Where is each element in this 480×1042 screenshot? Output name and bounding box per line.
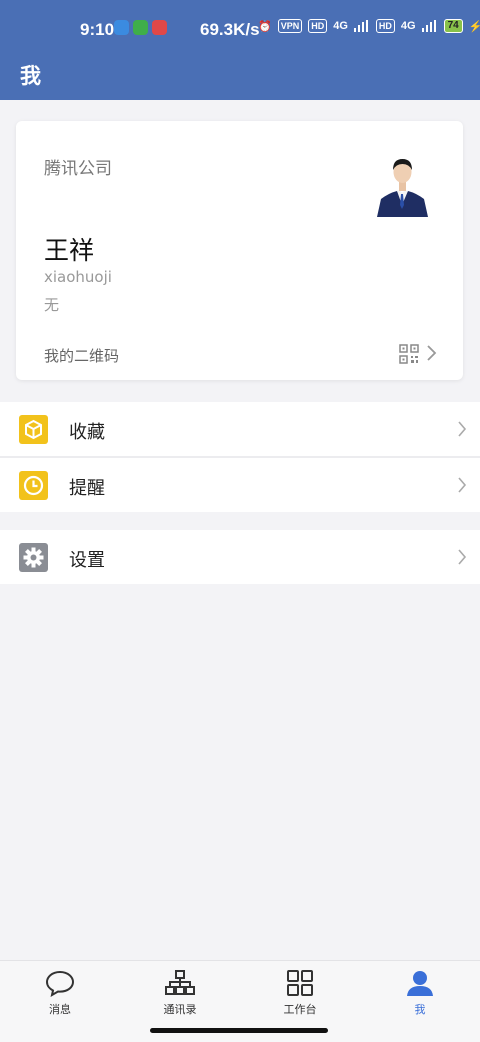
user-name: 王祥 bbox=[44, 236, 95, 265]
tab-workbench[interactable]: 工作台 bbox=[260, 969, 340, 1017]
signal-label: 4G bbox=[333, 20, 348, 32]
hd-badge: HD bbox=[375, 19, 395, 33]
vpn-badge: VPN bbox=[277, 19, 303, 33]
user-account: xiaohuoji bbox=[44, 268, 112, 286]
qr-code-label[interactable]: 我的二维码 bbox=[44, 345, 119, 366]
notification-icons bbox=[114, 20, 167, 35]
chevron-right-icon bbox=[427, 345, 437, 361]
tab-label: 消息 bbox=[49, 1003, 71, 1016]
hd-badge: HD bbox=[308, 19, 328, 33]
favorites-label: 收藏 bbox=[69, 422, 105, 443]
chevron-right-icon bbox=[458, 477, 467, 493]
status-right-icons: ⏰ VPN HD 4G HD 4G 74 ⚡ bbox=[258, 19, 480, 33]
avatar[interactable] bbox=[375, 153, 430, 217]
app-notification-icon bbox=[152, 20, 167, 35]
page-title: 我 bbox=[20, 64, 41, 88]
user-department: 无 bbox=[44, 296, 60, 314]
clock-icon bbox=[19, 471, 48, 500]
app-notification-icon bbox=[133, 20, 148, 35]
menu-item-settings[interactable]: 设置 bbox=[0, 530, 480, 584]
tab-label: 我 bbox=[414, 1003, 426, 1016]
battery-indicator: 74 bbox=[443, 19, 463, 33]
cube-icon bbox=[19, 415, 48, 444]
status-time: 9:10 bbox=[80, 20, 115, 39]
menu-group-settings: 设置 bbox=[0, 530, 480, 584]
tab-me[interactable]: 我 bbox=[380, 969, 460, 1017]
tab-contacts[interactable]: 通讯录 bbox=[140, 969, 220, 1017]
signal-icon bbox=[421, 20, 436, 32]
company-name: 腾讯公司 bbox=[44, 159, 112, 179]
tab-messages[interactable]: 消息 bbox=[20, 969, 100, 1017]
profile-card[interactable]: 腾讯公司 王祥 xiaohuoji 无 我的二维码 bbox=[16, 121, 463, 380]
app-header: 我 bbox=[0, 58, 480, 100]
menu-item-favorites[interactable]: 收藏 bbox=[0, 402, 480, 456]
alarm-icon: ⏰ bbox=[258, 20, 272, 33]
grid-icon bbox=[287, 970, 313, 996]
settings-label: 设置 bbox=[69, 550, 105, 571]
app-notification-icon bbox=[114, 20, 129, 35]
tab-label: 通讯录 bbox=[163, 1003, 197, 1016]
signal-label: 4G bbox=[400, 20, 416, 32]
qr-code-icon[interactable] bbox=[399, 344, 419, 364]
signal-icon bbox=[353, 20, 368, 32]
chat-bubble-icon bbox=[45, 970, 75, 997]
charging-icon: ⚡ bbox=[468, 20, 480, 33]
gear-icon bbox=[19, 543, 48, 572]
menu-group-primary: 收藏 提醒 bbox=[0, 402, 480, 512]
chevron-right-icon bbox=[458, 421, 467, 437]
org-chart-icon bbox=[165, 970, 195, 995]
reminders-label: 提醒 bbox=[69, 478, 105, 499]
menu-item-reminders[interactable]: 提醒 bbox=[0, 458, 480, 512]
home-indicator bbox=[150, 1028, 328, 1033]
tab-label: 工作台 bbox=[283, 1003, 317, 1016]
chevron-right-icon bbox=[458, 549, 467, 565]
person-icon bbox=[407, 971, 433, 996]
network-speed: 69.3K/s bbox=[200, 20, 260, 39]
status-bar: 9:10 69.3K/s ⏰ VPN HD 4G HD 4G 74 ⚡ bbox=[0, 0, 480, 58]
